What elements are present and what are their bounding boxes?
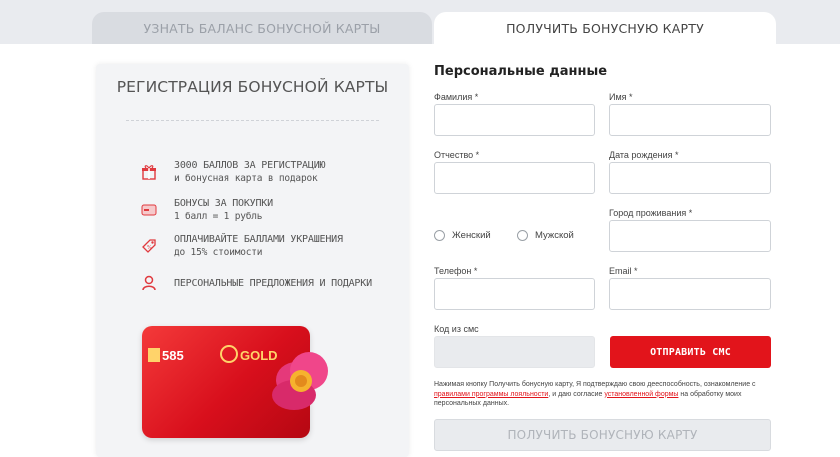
registration-info-panel: РЕГИСТРАЦИЯ БОНУСНОЙ КАРТЫ 3000 БАЛЛОВ З… — [96, 64, 409, 457]
city-label: Город проживания * — [609, 208, 693, 218]
send-sms-button[interactable]: ОТПРАВИТЬ СМС — [610, 336, 771, 368]
benefit-sub: до 15% стоимости — [174, 247, 263, 258]
benefit-main: ОПЛАЧИВАЙТЕ БАЛЛАМИ УКРАШЕНИЯ — [174, 234, 343, 245]
radio-label: Женский — [452, 230, 491, 241]
benefit-item-pay-with-points: % ОПЛАЧИВАЙТЕ БАЛЛАМИ УКРАШЕНИЯ до 15% с… — [140, 234, 343, 258]
panel-title: РЕГИСТРАЦИЯ БОНУСНОЙ КАРТЫ — [116, 78, 389, 96]
benefit-item-purchases: БОНУСЫ ЗА ПОКУПКИ 1 балл = 1 рубль — [140, 198, 273, 222]
loyalty-rules-link[interactable]: правилами программы лояльности — [434, 391, 548, 398]
benefit-main: 3000 БАЛЛОВ ЗА РЕГИСТРАЦИЮ — [174, 160, 326, 171]
radio-label: Мужской — [535, 230, 574, 241]
tag-icon: % — [140, 237, 158, 255]
gold-logo-icon — [220, 345, 238, 363]
sms-code-label: Код из смс — [434, 324, 479, 334]
phone-label: Телефон * — [434, 266, 478, 276]
form-title: Персональные данные — [434, 64, 608, 79]
benefit-main: БОНУСЫ ЗА ПОКУПКИ — [174, 198, 273, 209]
email-input[interactable] — [609, 278, 771, 310]
city-input[interactable] — [609, 220, 771, 252]
gender-female-radio[interactable]: Женский — [434, 230, 491, 241]
benefit-item-registration: 3000 БАЛЛОВ ЗА РЕГИСТРАЦИЮ и бонусная ка… — [140, 160, 326, 184]
user-icon — [140, 274, 158, 292]
registration-form: Персональные данные Фамилия * Имя * Отче… — [434, 0, 774, 457]
surname-label: Фамилия * — [434, 92, 479, 102]
card-brand: 585 — [162, 348, 184, 363]
patronymic-input[interactable] — [434, 162, 595, 194]
patronymic-label: Отчество * — [434, 150, 480, 160]
surname-input[interactable] — [434, 104, 595, 136]
brand-logo-icon — [148, 348, 160, 362]
benefit-sub: 1 балл = 1 рубль — [174, 211, 263, 222]
gift-icon — [140, 163, 158, 181]
benefit-sub: и бонусная карта в подарок — [174, 173, 318, 184]
birthdate-input[interactable] — [609, 162, 771, 194]
consent-form-link[interactable]: установленной формы — [604, 391, 678, 398]
consent-part: , и даю согласие — [548, 390, 605, 398]
gender-male-radio[interactable]: Мужской — [517, 230, 574, 241]
peony-flower-icon — [268, 344, 334, 416]
name-input[interactable] — [609, 104, 771, 136]
radio-circle-icon[interactable] — [434, 230, 445, 241]
radio-circle-icon[interactable] — [517, 230, 528, 241]
divider — [126, 120, 379, 121]
get-bonus-card-button[interactable]: ПОЛУЧИТЬ БОНУСНУЮ КАРТУ — [434, 419, 771, 451]
sms-code-input[interactable] — [434, 336, 595, 368]
birthdate-label: Дата рождения * — [609, 150, 679, 160]
benefit-item-personal-offers: ПЕРСОНАЛЬНЫЕ ПРЕДЛОЖЕНИЯ И ПОДАРКИ — [140, 274, 372, 292]
email-label: Email * — [609, 266, 638, 276]
consent-text: Нажимая кнопку Получить бонусную карту, … — [434, 380, 774, 409]
phone-input[interactable] — [434, 278, 595, 310]
tab-check-balance[interactable]: УЗНАТЬ БАЛАНС БОНУСНОЙ КАРТЫ — [92, 12, 432, 44]
name-label: Имя * — [609, 92, 633, 102]
svg-text:%: % — [147, 245, 152, 251]
card-icon — [140, 201, 158, 219]
consent-part: Нажимая кнопку Получить бонусную карту, … — [434, 381, 756, 388]
benefit-main: ПЕРСОНАЛЬНЫЕ ПРЕДЛОЖЕНИЯ И ПОДАРКИ — [174, 277, 372, 289]
